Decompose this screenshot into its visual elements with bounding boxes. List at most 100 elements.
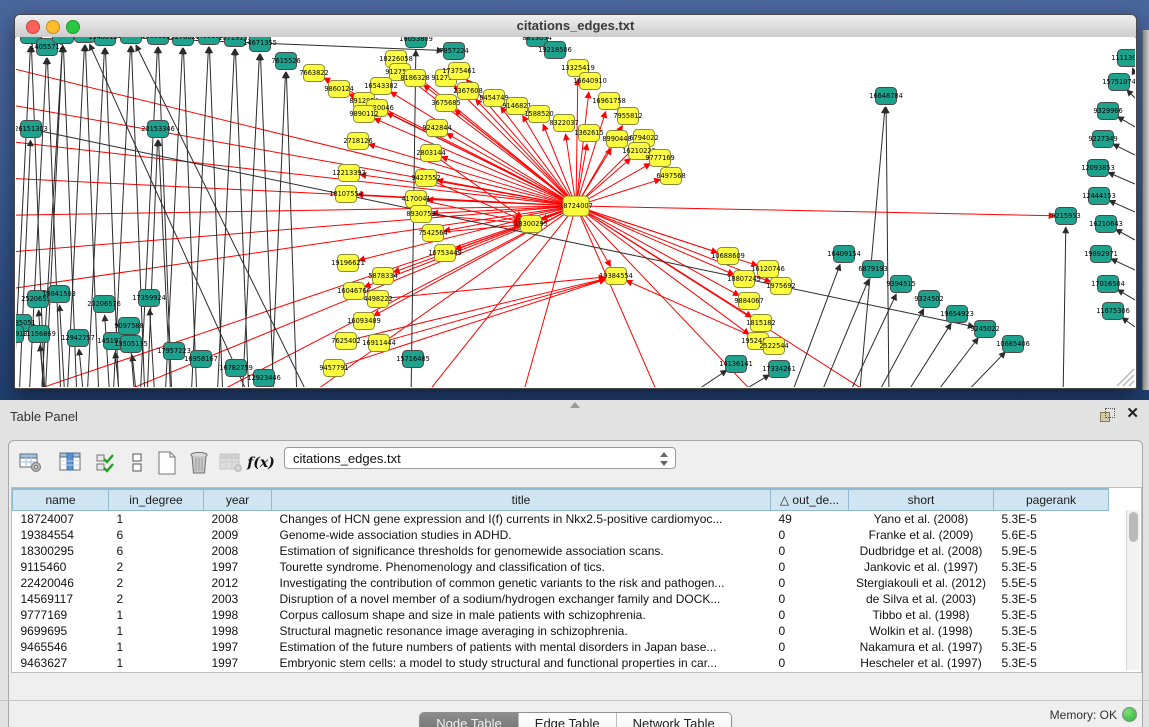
new-table-icon[interactable]	[153, 449, 181, 477]
graph-node[interactable]: 12444153	[1082, 188, 1116, 205]
graph-node[interactable]: 7542564	[418, 225, 447, 242]
graph-node[interactable]: 4498222	[363, 291, 392, 308]
graph-node[interactable]: 16409154	[827, 246, 861, 263]
graph-node[interactable]: 3675685	[431, 95, 460, 112]
graph-node[interactable]: 20153346	[141, 121, 175, 138]
graph-node[interactable]: 17016504	[1091, 276, 1125, 293]
graph-node[interactable]: 11675306	[1096, 303, 1130, 320]
table-row[interactable]: 1872400712008Changes of HCN gene express…	[13, 511, 1109, 528]
table-row[interactable]: 969969511998Structural magnetic resonanc…	[13, 623, 1109, 639]
table-cell: Estimation of significance thresholds fo…	[272, 543, 771, 559]
graph-node[interactable]: 9324502	[914, 291, 943, 308]
graph-node[interactable]: 8186328	[400, 70, 429, 87]
table-row[interactable]: 911546021997Tourette syndrome. Phenomeno…	[13, 559, 1109, 575]
graph-node[interactable]: 14136141	[719, 356, 753, 373]
table-scrollbar-thumb[interactable]	[1129, 512, 1138, 542]
graph-node[interactable]: 6879193	[858, 261, 887, 278]
network-window-titlebar[interactable]: citations_edges.txt	[15, 15, 1136, 38]
graph-node[interactable]: 2718126	[343, 133, 372, 150]
graph-node[interactable]: 15716485	[396, 351, 430, 368]
graph-node[interactable]: 10688609	[711, 248, 745, 265]
column-header-pagerank[interactable]: pagerank	[994, 489, 1109, 511]
splitter-handle[interactable]	[570, 402, 580, 408]
column-header-in_degree[interactable]: in_degree	[109, 489, 204, 511]
graph-node[interactable]: 7625402	[331, 333, 360, 350]
graph-node[interactable]: 19196621	[331, 255, 365, 272]
resize-grip-icon[interactable]	[1117, 369, 1134, 386]
graph-node[interactable]: 4170041	[401, 191, 430, 208]
graph-node[interactable]: 7663822	[299, 65, 328, 82]
table-row[interactable]: 1830029562008Estimation of significance …	[13, 543, 1109, 559]
graph-node[interactable]: 2803144	[416, 145, 445, 162]
graph-node[interactable]: 1815182	[746, 315, 775, 332]
table-row[interactable]: 1456911722003Disruption of a novel membe…	[13, 591, 1109, 607]
graph-node[interactable]: 10685406	[996, 336, 1030, 353]
graph-node[interactable]: 8990448	[602, 131, 631, 148]
table-row[interactable]: 946362711997Embryonic stem cells: a mode…	[13, 655, 1109, 671]
graph-node[interactable]: 11113044	[1111, 50, 1135, 67]
table-row[interactable]: 977716911998Corpus callosum shape and si…	[13, 607, 1109, 623]
graph-node[interactable]: 19654923	[940, 306, 974, 323]
svg-text:9242844: 9242844	[422, 124, 451, 132]
graph-node[interactable]: 5878334	[368, 268, 397, 285]
graph-node[interactable]: 16961758	[592, 93, 626, 110]
svg-text:16120746: 16120746	[751, 265, 785, 273]
graph-node[interactable]: 6497568	[656, 168, 685, 185]
graph-node[interactable]: 16648784	[869, 88, 903, 105]
network-canvas[interactable]: 2055328714055712169358122089140619460124…	[16, 37, 1135, 387]
float-panel-icon[interactable]	[1100, 408, 1115, 423]
column-header-title[interactable]: title	[272, 489, 771, 511]
graph-node[interactable]: 1975692	[766, 278, 795, 295]
table-row[interactable]: 1938455462009Genome-wide association stu…	[13, 527, 1109, 543]
table-settings-icon[interactable]	[17, 449, 45, 477]
graph-node[interactable]: 7955812	[613, 108, 642, 125]
graph-node[interactable]: 9777169	[645, 150, 674, 167]
delete-rows-icon[interactable]	[185, 449, 213, 477]
graph-node[interactable]: 9884067	[734, 293, 763, 310]
graph-node[interactable]: 9329966	[1093, 103, 1122, 120]
graph-node[interactable]: 18724007	[559, 196, 593, 216]
svg-text:9227349: 9227349	[1088, 135, 1117, 143]
svg-text:9860124: 9860124	[324, 85, 353, 93]
graph-node[interactable]: 9227349	[1088, 131, 1117, 148]
close-panel-icon[interactable]: ✕	[1126, 406, 1139, 422]
graph-node[interactable]: 2522544	[759, 338, 788, 355]
graph-node[interactable]: 8930753	[406, 206, 435, 223]
graph-node[interactable]: 9097588	[114, 318, 143, 335]
graph-node[interactable]: 2367608	[453, 83, 482, 100]
svg-text:16958167: 16958167	[184, 355, 218, 363]
graph-node[interactable]: 9860124	[324, 81, 353, 98]
select-column-icon[interactable]	[57, 449, 85, 477]
function-builder-icon[interactable]: f(x)	[247, 449, 275, 477]
column-header-out_de[interactable]: △ out_de...	[771, 489, 849, 511]
graph-node[interactable]: 9242844	[422, 120, 451, 137]
graph-node[interactable]: 18107554	[329, 186, 363, 203]
column-header-name[interactable]: name	[13, 489, 109, 511]
table-selector-dropdown[interactable]: citations_edges.txt	[284, 447, 676, 469]
graph-node[interactable]: 17334261	[762, 361, 796, 378]
graph-node[interactable]: 7857224	[439, 43, 468, 60]
svg-text:4170041: 4170041	[401, 195, 430, 203]
graph-node[interactable]: 17359924	[132, 290, 166, 307]
graph-node[interactable]: 9394515	[886, 276, 915, 293]
graph-node[interactable]: 9245022	[970, 321, 999, 338]
delete-table-icon[interactable]	[217, 449, 245, 477]
table-row[interactable]: 946554611997Estimation of the future num…	[13, 639, 1109, 655]
column-header-year[interactable]: year	[204, 489, 272, 511]
graph-node[interactable]: 15751074	[1102, 74, 1135, 91]
graph-node[interactable]: 1362615	[574, 125, 603, 142]
table-row[interactable]: 2242004622012Investigating the contribut…	[13, 575, 1109, 591]
table-scrollbar[interactable]	[1126, 510, 1140, 670]
graph-node[interactable]: 8215953	[1051, 208, 1080, 225]
graph-node[interactable]: 7615526	[271, 53, 300, 70]
graph-node[interactable]: 12093853	[1081, 160, 1115, 177]
graph-node[interactable]: 9427552	[411, 170, 440, 187]
import-checked-icon[interactable]	[93, 449, 121, 477]
merge-rows-icon[interactable]	[123, 449, 151, 477]
graph-node[interactable]: 9457791	[319, 360, 348, 377]
graph-node[interactable]: 9890112	[349, 106, 378, 123]
graph-node[interactable]: 16053809	[399, 37, 433, 48]
graph-node[interactable]: 14671355	[243, 37, 277, 52]
table-cell: Stergiakouli et al. (2012)	[849, 575, 994, 591]
column-header-short[interactable]: short	[849, 489, 994, 511]
